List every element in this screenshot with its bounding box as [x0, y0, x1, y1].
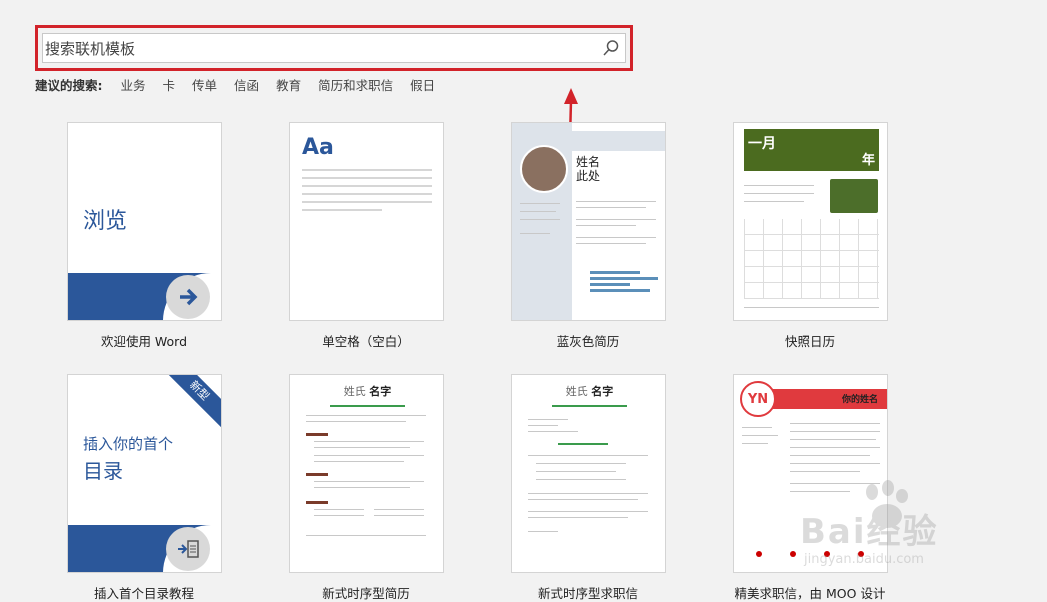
- suggestion-letter[interactable]: 信函: [234, 75, 259, 94]
- arrow-right-icon: [166, 275, 210, 319]
- aa-text: Aa: [302, 135, 334, 160]
- suggested-searches: 建议的搜索: 业务 卡 传单 信函 教育 简历和求职信 假日: [35, 75, 452, 94]
- insert-toc-icon: [166, 527, 210, 571]
- template-welcome-word[interactable]: 浏览: [67, 122, 222, 321]
- suggestion-holiday[interactable]: 假日: [410, 75, 435, 94]
- calendar-grid: [744, 219, 879, 299]
- template-modern-cover-letter[interactable]: 姓氏 名字: [511, 374, 666, 573]
- suggestion-resume[interactable]: 简历和求职信: [318, 75, 393, 94]
- search-input[interactable]: 搜索联机模板: [43, 38, 597, 59]
- suggestion-education[interactable]: 教育: [276, 75, 301, 94]
- template-toc-tutorial[interactable]: 新型 插入你的首个 目录: [67, 374, 222, 573]
- new-badge: 新型: [156, 375, 221, 434]
- suggestion-flyer[interactable]: 传单: [192, 75, 217, 94]
- suggestion-business[interactable]: 业务: [121, 75, 146, 94]
- photo-avatar: [520, 145, 568, 193]
- initials-badge: YN: [740, 381, 776, 417]
- template-modern-resume[interactable]: 姓氏 名字: [289, 374, 444, 573]
- template-label: 插入首个目录教程: [93, 586, 194, 601]
- photo: [830, 179, 878, 213]
- template-snapshot-calendar[interactable]: 一月 年: [733, 122, 888, 321]
- suggestion-card[interactable]: 卡: [163, 75, 176, 94]
- browse-text: 浏览: [83, 209, 128, 234]
- template-label: 新式时序型求职信: [537, 586, 638, 601]
- suggested-searches-label: 建议的搜索:: [35, 78, 103, 93]
- template-label: 欢迎使用 Word: [100, 334, 188, 349]
- template-label: 新式时序型简历: [322, 586, 410, 601]
- template-blank[interactable]: Aa: [289, 122, 444, 321]
- template-label: 蓝灰色简历: [556, 334, 620, 349]
- template-label: 快照日历: [784, 334, 835, 349]
- search-icon[interactable]: [597, 34, 625, 62]
- baidu-watermark: Bai经验 jingyan.baidu.com: [800, 480, 1040, 590]
- template-blue-gray-resume[interactable]: 姓名 此处: [511, 122, 666, 321]
- search-box[interactable]: 搜索联机模板: [42, 33, 626, 63]
- search-highlight-box: 搜索联机模板: [35, 25, 633, 71]
- template-label: 单空格（空白）: [322, 334, 410, 349]
